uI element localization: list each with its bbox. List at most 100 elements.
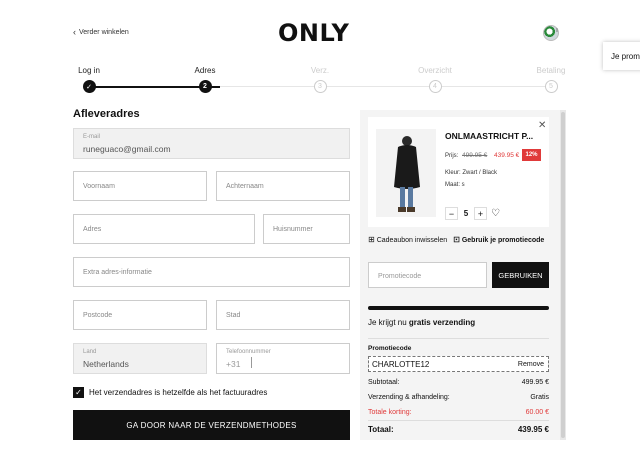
applied-promo-box: CHARLOTTE12 Remove bbox=[368, 356, 549, 372]
quantity-stepper: − 5 + ♡ bbox=[445, 207, 500, 220]
product-size: Maat: s bbox=[445, 182, 465, 188]
step-address[interactable]: Adres 2 bbox=[175, 66, 235, 93]
step-label: Overzicht bbox=[418, 66, 452, 75]
price-label: Prijs: bbox=[445, 153, 459, 159]
promocode-link[interactable]: ⊡ Gebruik je promotiecode bbox=[453, 235, 544, 244]
original-price: 499.95 € bbox=[462, 152, 488, 159]
promo-code-input[interactable]: Promotiecode bbox=[368, 262, 487, 288]
step-label: Adres bbox=[194, 66, 216, 75]
subtotal-label: Subtotaal: bbox=[368, 379, 400, 386]
wishlist-heart-icon[interactable]: ♡ bbox=[491, 208, 500, 219]
free-shipping-progress-bar bbox=[368, 306, 549, 310]
product-name[interactable]: ONLMAASTRICHT P... bbox=[445, 131, 533, 141]
lastname-input[interactable]: Achternaam bbox=[216, 171, 350, 201]
city-input[interactable]: Stad bbox=[216, 300, 350, 330]
discount-badge: 12% bbox=[522, 149, 541, 161]
address-placeholder: Adres bbox=[83, 226, 102, 233]
sale-price: 439.95 € bbox=[494, 152, 520, 159]
promo-side-tab[interactable]: Je prom bbox=[603, 42, 640, 70]
quantity-value: 5 bbox=[463, 209, 469, 218]
same-address-checkbox[interactable]: ✓ Het verzendadres is hetzelfde als het … bbox=[73, 387, 267, 398]
total-label: Totaal: bbox=[368, 425, 394, 434]
shipping-bold: gratis verzending bbox=[408, 318, 476, 327]
page-title: Afleveradres bbox=[73, 108, 140, 120]
decrease-quantity-button[interactable]: − bbox=[445, 207, 458, 220]
giftcard-link[interactable]: ⊞ Cadeaubon inwisselen bbox=[368, 235, 447, 244]
email-field[interactable]: E-mail runeguaco@gmail.com bbox=[73, 128, 350, 159]
lastname-placeholder: Achternaam bbox=[226, 183, 264, 190]
remove-item-close-icon[interactable]: ✕ bbox=[538, 120, 546, 131]
step-number: 2 bbox=[198, 80, 212, 93]
country-label: Land bbox=[83, 349, 97, 355]
step-label: Verz. bbox=[310, 66, 330, 75]
ticket-icon: ⊡ bbox=[453, 235, 460, 244]
email-value: runeguaco@gmail.com bbox=[83, 144, 171, 154]
postcode-input[interactable]: Postcode bbox=[73, 300, 207, 330]
housenumber-placeholder: Huisnummer bbox=[273, 226, 313, 233]
text-cursor bbox=[251, 357, 252, 368]
free-shipping-message: Je krijgt nu gratis verzending bbox=[368, 318, 475, 327]
continue-shopping-label: Verder winkelen bbox=[79, 29, 129, 36]
discount-value: 60.00 € bbox=[525, 409, 549, 416]
step-overview: Overzicht 4 bbox=[405, 66, 465, 93]
phone-prefix: +31 bbox=[226, 359, 241, 369]
extra-address-input[interactable]: Extra adres-informatie bbox=[73, 257, 350, 287]
gift-icon: ⊞ bbox=[368, 235, 375, 244]
step-payment: Betaling 5 bbox=[521, 66, 581, 93]
firstname-placeholder: Voornaam bbox=[83, 183, 115, 190]
housenumber-input[interactable]: Huisnummer bbox=[263, 214, 350, 244]
subtotal-row: Subtotaal: 499.95 € bbox=[368, 379, 549, 386]
extra-address-placeholder: Extra adres-informatie bbox=[83, 269, 152, 276]
product-image[interactable] bbox=[376, 129, 436, 217]
country-select[interactable]: Land Netherlands bbox=[73, 343, 207, 374]
increase-quantity-button[interactable]: + bbox=[474, 207, 487, 220]
step-shipping: Verz. 3 bbox=[290, 66, 350, 93]
shipping-row: Verzending & afhandeling: Gratis bbox=[368, 394, 549, 401]
same-address-label: Het verzendadres is hetzelfde als het fa… bbox=[89, 388, 268, 397]
checkbox-checked-icon[interactable]: ✓ bbox=[73, 387, 84, 398]
continue-shopping-link[interactable]: ‹ Verder winkelen bbox=[73, 28, 129, 37]
postcode-placeholder: Postcode bbox=[83, 312, 113, 319]
scrollbar-thumb[interactable] bbox=[561, 112, 565, 438]
country-value: Netherlands bbox=[83, 359, 129, 369]
firstname-input[interactable]: Voornaam bbox=[73, 171, 207, 201]
order-summary-panel: ✕ ONLMAASTRICHT P... Prijs: 499.95 € 439… bbox=[360, 110, 566, 440]
product-color: Kleur: Zwart / Black bbox=[445, 170, 498, 176]
check-icon: ✓ bbox=[82, 80, 96, 93]
apply-promo-button[interactable]: GEBRUIKEN bbox=[492, 262, 549, 288]
city-placeholder: Stad bbox=[226, 312, 241, 319]
cart-item-card: ✕ ONLMAASTRICHT P... Prijs: 499.95 € 439… bbox=[368, 117, 549, 227]
applied-promo-heading: Promotiecode bbox=[368, 345, 412, 352]
chevron-left-icon: ‹ bbox=[73, 27, 76, 37]
step-label: Betaling bbox=[536, 66, 566, 75]
shipping-prefix: Je krijgt nu bbox=[368, 318, 409, 327]
step-login[interactable]: Log in ✓ bbox=[59, 66, 119, 93]
step-number: 4 bbox=[428, 80, 442, 93]
stepper-track bbox=[211, 86, 551, 87]
remove-promo-link[interactable]: Remove bbox=[518, 361, 544, 368]
address-input[interactable]: Adres bbox=[73, 214, 255, 244]
phone-input[interactable]: Telefoonnummer +31 bbox=[216, 343, 350, 374]
step-label: Log in bbox=[78, 66, 100, 75]
discount-label: Totale korting: bbox=[368, 409, 412, 416]
continue-to-shipping-button[interactable]: GA DOOR NAAR DE VERZENDMETHODES bbox=[73, 410, 350, 440]
phone-label: Telefoonnummer bbox=[226, 349, 271, 355]
total-row: Totaal: 439.95 € bbox=[368, 425, 549, 434]
email-label: E-mail bbox=[83, 134, 101, 140]
subtotal-value: 499.95 € bbox=[521, 379, 549, 386]
shipping-value: Gratis bbox=[530, 394, 549, 401]
step-number: 5 bbox=[544, 80, 558, 93]
divider bbox=[368, 338, 549, 339]
divider bbox=[368, 420, 549, 421]
shipping-label: Verzending & afhandeling: bbox=[368, 394, 450, 401]
discount-row: Totale korting: 60.00 € bbox=[368, 409, 549, 416]
brand-logo[interactable]: ONLY bbox=[278, 19, 363, 47]
checkout-stepper: Log in ✓ Adres 2 Verz. 3 Overzicht 4 Bet… bbox=[73, 66, 573, 96]
account-indicator: ı bbox=[556, 27, 558, 34]
applied-promo-code: CHARLOTTE12 bbox=[372, 360, 430, 369]
promocode-link-label: Gebruik je promotiecode bbox=[461, 237, 545, 244]
total-value: 439.95 € bbox=[517, 425, 549, 434]
step-number: 3 bbox=[313, 80, 327, 93]
giftcard-label: Cadeaubon inwisselen bbox=[376, 237, 448, 244]
cart-links: ⊞ Cadeaubon inwisselen ⊡ Gebruik je promot… bbox=[368, 235, 544, 244]
